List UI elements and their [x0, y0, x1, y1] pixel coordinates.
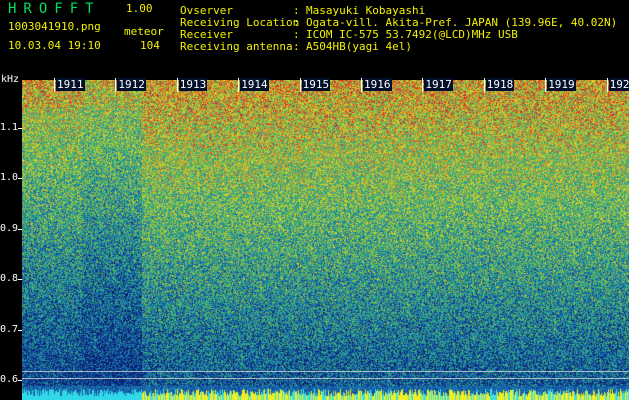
freq-tick-label: 1.0	[0, 172, 19, 184]
freq-tick-label: 0.8	[0, 273, 19, 285]
freq-tick	[18, 279, 22, 281]
freq-tick	[18, 329, 22, 331]
freq-tick-label: 1.1	[0, 122, 19, 133]
freq-tick	[18, 228, 22, 230]
reference-line	[22, 371, 629, 372]
time-tick	[545, 78, 547, 92]
time-tick	[115, 78, 117, 92]
time-tick-label: 1918	[485, 78, 515, 91]
spectrogram-canvas	[22, 80, 629, 400]
time-tick-label: 1911	[56, 78, 85, 91]
time-tick-label: 1912	[117, 78, 146, 91]
colon: :	[293, 4, 300, 17]
file-name: 1003041910.png	[8, 20, 101, 33]
spectrogram	[22, 80, 629, 400]
freq-tick-label: 0.6	[0, 374, 19, 385]
freq-tick-label: 0.7	[0, 323, 19, 335]
receiver-value: ICOM IC-575 53.7492(@LCD)MHz USB	[306, 28, 518, 41]
reference-line	[22, 378, 629, 379]
detection-count: 104	[140, 39, 160, 52]
freq-tick	[18, 380, 22, 381]
location-value: Ogata-vill. Akita-Pref. JAPAN (139.96E, …	[306, 16, 618, 29]
time-tick-label: 1915	[301, 78, 331, 91]
time-tick	[483, 78, 485, 92]
time-tick-label: 1916	[363, 78, 392, 91]
time-tick-label: 1919	[547, 78, 576, 91]
time-tick	[606, 78, 608, 92]
colon: :	[293, 40, 300, 53]
app-version: 1.00	[126, 2, 153, 15]
time-tick	[361, 78, 362, 92]
colon: :	[293, 28, 300, 41]
freq-tick	[18, 178, 22, 180]
observer-label: Ovserver	[180, 4, 233, 17]
observer-value: Masayuki Kobayashi	[306, 4, 426, 17]
antenna-label: Receiving antenna	[180, 40, 293, 53]
app-title: HROFFT	[8, 1, 101, 17]
receiver-label: Receiver	[180, 28, 233, 41]
location-label: Receiving Location	[180, 16, 300, 29]
time-tick-label: 1914	[240, 78, 269, 91]
antenna-value: A504HB(yagi 4el)	[306, 40, 412, 53]
freq-tick	[18, 128, 22, 129]
time-axis: 1911 1912 1913 1914 1915 1916 1917 1918 1919 1920	[22, 78, 629, 92]
freq-tick-label: 0.9	[0, 222, 19, 234]
time-tick-label: 1913	[178, 78, 208, 91]
time-tick	[299, 78, 301, 92]
time-tick-label: 1917	[424, 78, 453, 91]
mode-label: meteor	[124, 25, 164, 38]
colon: :	[293, 16, 300, 29]
freq-unit: kHz	[1, 74, 20, 85]
time-tick	[422, 78, 424, 92]
timestamp: 10.03.04 19:10	[8, 39, 101, 52]
time-tick	[176, 78, 178, 92]
time-tick	[54, 78, 55, 92]
header-panel: HROFFT 1.00 1003041910.png meteor 10.03.…	[0, 0, 629, 78]
time-tick-label: 1920	[608, 78, 629, 91]
time-tick	[238, 78, 240, 92]
